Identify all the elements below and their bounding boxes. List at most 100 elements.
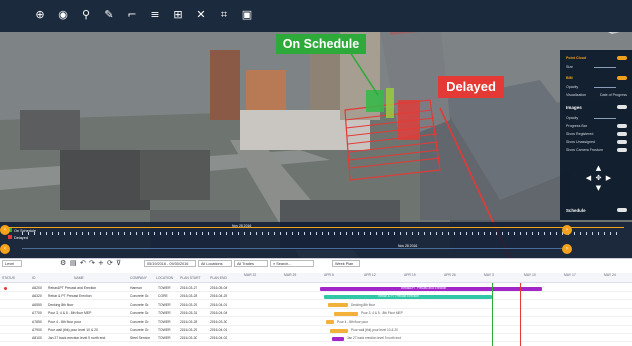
pan-left-icon[interactable]: ◀ — [584, 174, 593, 183]
gantt-bar[interactable] — [334, 311, 358, 316]
week-header: MAY 17 — [564, 273, 576, 277]
week-header: MAY 3 — [484, 273, 494, 277]
cell-plan-start: 2016-03-28 — [180, 294, 198, 299]
search-input[interactable]: ⌕ Search... — [270, 260, 314, 267]
move-center-icon[interactable]: ✥ — [594, 174, 603, 183]
opacity-slider[interactable] — [594, 87, 616, 88]
images-toggle[interactable] — [617, 105, 627, 109]
pin-icon[interactable]: ⚲ — [78, 7, 94, 23]
col-company[interactable]: COMPANY — [130, 276, 147, 280]
point-cloud-toggle[interactable] — [617, 56, 627, 60]
camera-icon[interactable]: ◉ — [55, 7, 71, 23]
gantt-bar-label: Pour wall (thk) pour level 10 & 20 — [351, 328, 398, 332]
gantt-bar[interactable] — [328, 303, 348, 308]
visualization-select[interactable]: Date of Progress — [600, 93, 627, 97]
progress-bar-label: Progress Bar — [566, 124, 587, 128]
viewer-toolbar: ⊕ ◉ ⚲ ✎ ⌐ ≡ ⊞ ✕ ⌗ ▣ — [0, 0, 632, 32]
cell-plan-end: 2016-04-01 — [210, 328, 228, 332]
timeline-next-icon[interactable]: › — [562, 225, 572, 235]
cell-plan-start: 2016-03-27 — [180, 286, 198, 290]
timeline-prev-icon[interactable]: ‹ — [0, 225, 10, 235]
cell-name: Decking 8th floor — [48, 302, 74, 307]
locations-select[interactable]: All Locations — [198, 260, 232, 267]
redo-icon[interactable]: ↷ — [89, 259, 95, 267]
cell-company: Steel Service — [130, 336, 150, 341]
cell-plan-start: 2016-03-29 — [180, 328, 198, 332]
timeline-next2-icon[interactable]: › — [562, 244, 572, 254]
gantt-schedule: Level ⚙ ▤ ↶ ↷ + ⟳ ⊽ 05/19/2016 - 09/30/2… — [0, 258, 632, 346]
trades-select[interactable]: All Trades — [234, 260, 268, 267]
cell-plan-start: 2016-03-30 — [180, 336, 198, 341]
gantt-bar-label: Pour 3, 4 & 5 - 8th Floor MEP — [361, 311, 403, 316]
timeline-prev2-icon[interactable]: ‹ — [0, 244, 10, 254]
cell-name: Pour 4 - 8th floor pour — [48, 319, 81, 324]
cell-plan-end: 2016-05-04 — [210, 286, 228, 290]
date-range-field[interactable]: 05/19/2016 - 09/30/2016 — [144, 260, 196, 267]
grid-icon[interactable]: ⊞ — [170, 7, 186, 23]
filter-icon[interactable]: ⊽ — [116, 259, 121, 267]
gantt-bar[interactable] — [326, 320, 334, 325]
undo-icon[interactable]: ↶ — [80, 259, 86, 267]
show-frustum-toggle[interactable] — [617, 148, 627, 152]
schedule-label: Schedule — [566, 208, 586, 213]
pan-down-icon[interactable]: ▼ — [594, 184, 603, 193]
col-plan-start[interactable]: PLAN START — [180, 276, 201, 280]
img-opacity-slider[interactable] — [594, 118, 616, 119]
bim-toggle[interactable] — [617, 76, 627, 80]
layers-icon[interactable]: ≡ — [147, 7, 163, 23]
week-header: APR 26 — [444, 273, 456, 277]
cell-company: Concrete Gr. — [130, 311, 150, 316]
refresh-icon[interactable]: ⟳ — [107, 259, 113, 267]
cell-name: Jan 27 back erection level 9 north end — [48, 336, 106, 341]
level-select[interactable]: Level — [2, 260, 22, 267]
table-row[interactable]: A6320 Rebar & PT Precast Erection Concrete… — [0, 293, 632, 301]
note-icon[interactable]: ✎ — [101, 7, 117, 23]
crop-icon[interactable]: ⌗ — [216, 7, 232, 23]
timeline-marker-label: Nov 28 2016 — [232, 224, 252, 228]
table-row[interactable]: A7700 Pour 3, 4 & 5 - 8th floor MEP Concre… — [0, 310, 632, 318]
table-row[interactable]: A7850 Pour 4 - 8th floor pour Concrete Gr.… — [0, 319, 632, 326]
schedule-toggle[interactable] — [617, 208, 627, 212]
gantt-bar[interactable] — [330, 328, 348, 333]
col-plan-end[interactable]: PLAN END — [210, 276, 227, 280]
image-icon[interactable]: ▣ — [239, 7, 255, 23]
col-location[interactable]: LOCATION — [156, 276, 173, 280]
show-frustum-label: Show Camera Frustum — [566, 148, 603, 152]
view-select[interactable]: Week Plan — [332, 260, 360, 267]
show-unassigned-toggle[interactable] — [617, 140, 627, 144]
cell-location: CORE — [158, 294, 168, 299]
settings-icon[interactable]: ⚙ — [60, 259, 66, 267]
table-row[interactable]: A6200 Rebar&PT Precast and Erection Harmon… — [0, 285, 632, 292]
size-slider[interactable] — [594, 67, 616, 68]
3d-viewport[interactable]: ⊕ ◉ ⚲ ✎ ⌐ ≡ ⊞ ✕ ⌗ ▣ On Schedule Delayed … — [0, 0, 632, 258]
size-label: Size — [566, 65, 573, 69]
target-icon[interactable]: ⊕ — [32, 7, 48, 23]
timeline-strip: On Schedule Delayed ‹ › ‹ › Nov 28 2016 … — [0, 222, 632, 258]
table-row[interactable]: A6550 Decking 8th floor Concrete Gr. TOWER 2… — [0, 302, 632, 309]
opacity-label: Opacity — [566, 85, 579, 89]
add-icon[interactable]: + — [98, 259, 104, 267]
pan-right-icon[interactable]: ▶ — [604, 174, 613, 183]
progress-bar-toggle[interactable] — [617, 124, 627, 128]
img-opacity-label: Opacity — [566, 116, 579, 120]
table-row[interactable]: A8100 Jan 27 back erection level 9 north … — [0, 335, 632, 343]
save-icon[interactable]: ▤ — [70, 259, 77, 267]
table-row[interactable]: A7900 Pour wall (thk) pour level 10 & 20 C… — [0, 327, 632, 334]
timeline-track-2 — [22, 248, 562, 249]
measure-icon[interactable]: ⌐ — [124, 7, 140, 23]
gantt-bar[interactable] — [332, 336, 344, 341]
show-unassigned-label: Show Unassigned — [566, 140, 595, 144]
pan-up-icon[interactable]: ▲ — [594, 164, 603, 173]
show-registered-label: Show Registered — [566, 132, 594, 136]
fullscreen-icon[interactable]: ✕ — [193, 7, 209, 23]
col-id[interactable]: ID — [32, 276, 35, 280]
col-status[interactable]: STATUS — [2, 276, 15, 280]
week-header: MAY 10 — [524, 273, 536, 277]
cell-plan-end: 2016-04-04 — [210, 311, 228, 316]
show-registered-toggle[interactable] — [617, 132, 627, 136]
gantt-bar-label: Pour 4 - 8th floor pour — [337, 319, 369, 324]
week-header: MAR 29 — [284, 273, 297, 277]
cell-plan-start: 2016-03-31 — [180, 311, 198, 316]
cell-name: Pour wall (thk) pour level 10 & 20 — [48, 328, 98, 332]
col-name[interactable]: NAME — [74, 276, 84, 280]
